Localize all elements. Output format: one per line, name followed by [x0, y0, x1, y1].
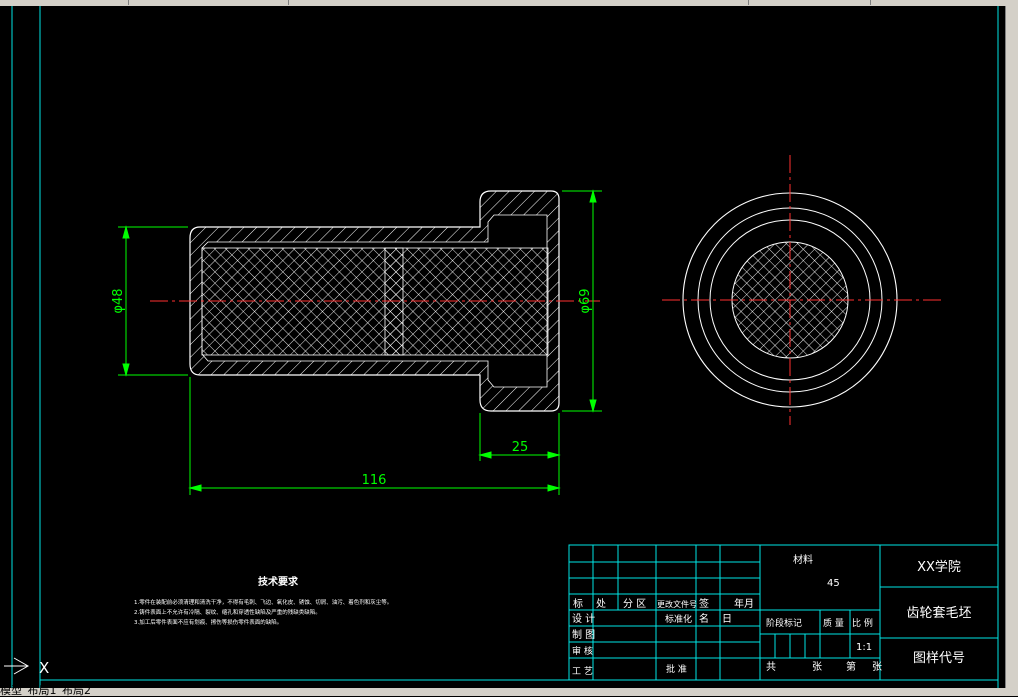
toolbar-segment[interactable]	[128, 0, 289, 5]
tb-process: 工 艺	[572, 666, 593, 677]
tb-total: 共	[766, 661, 776, 673]
dim-left-diameter: φ48	[111, 288, 126, 313]
tb-name: 名	[699, 612, 709, 625]
ucs-x-label: X	[39, 659, 49, 677]
toolbar-segment[interactable]	[288, 0, 749, 5]
tb-draw: 制 图	[572, 628, 595, 641]
layout-tab-bar	[0, 688, 1018, 696]
tb-sheet2: 张	[872, 661, 882, 673]
ucs-icon	[4, 657, 30, 675]
tb-design: 设 计	[572, 612, 595, 625]
tb-scale-value: 1:1	[856, 642, 872, 653]
tb-drawing-code: 图样代号	[913, 651, 965, 666]
dim-total-length: 116	[362, 473, 387, 488]
toolbar-segment[interactable]	[748, 0, 871, 5]
layout-tabs: 模型 布局1 布局2	[0, 684, 93, 697]
tab-layout1[interactable]: 布局1	[28, 684, 57, 697]
drawing-canvas[interactable]: φ48 φ69 25 116 技术要求 1.零件在装配前必须清理和清洗干净，不得…	[0, 6, 1006, 690]
toolbar-segment[interactable]	[0, 0, 129, 5]
vertical-scrollbar[interactable]	[1005, 6, 1018, 688]
dim-flange-length: 25	[512, 440, 529, 455]
tech-req-item: 2.铸件表面上不允许有冷隔、裂纹、缩孔和穿透性缺陷及严重的残缺类缺陷。	[134, 608, 321, 616]
tab-model[interactable]: 模型	[0, 684, 22, 697]
tb-standardize: 标准化	[665, 613, 692, 625]
tb-label: 处	[596, 598, 606, 610]
tb-part-name: 齿轮套毛坯	[906, 605, 971, 621]
tb-approve: 批 准	[666, 663, 687, 675]
tech-req-title: 技术要求	[258, 575, 299, 588]
side-view[interactable]	[662, 155, 945, 425]
tb-scale: 比 例	[852, 617, 873, 629]
tb-school: XX学院	[917, 559, 961, 575]
tb-stage-mark: 阶段标记	[766, 617, 802, 629]
tab-layout2[interactable]: 布局2	[62, 684, 91, 697]
tech-req-item: 3.加工后零件表面不应有划痕、擦伤等损伤零件表面的缺陷。	[134, 618, 282, 626]
tb-label: 标	[573, 598, 583, 610]
tb-sheets: 张	[812, 661, 822, 673]
tb-weight: 质 量	[823, 617, 844, 629]
dim-right-diameter: φ69	[578, 288, 593, 313]
tb-date: 日	[722, 614, 732, 625]
tb-check: 审 核	[572, 645, 593, 657]
tb-material-label: 材料	[793, 553, 813, 566]
tb-label: 更改文件号	[657, 599, 697, 609]
front-view[interactable]	[150, 190, 600, 412]
tb-material-value: 45	[827, 578, 840, 589]
tb-label: 签	[699, 597, 709, 610]
tb-page: 第	[846, 660, 856, 673]
tb-label: 年月	[734, 597, 754, 610]
tb-label: 分 区	[623, 598, 646, 610]
tech-req-item: 1.零件在装配前必须清理和清洗干净，不得有毛刺、飞边、氧化皮、锈蚀、切屑、油污、…	[134, 598, 392, 606]
